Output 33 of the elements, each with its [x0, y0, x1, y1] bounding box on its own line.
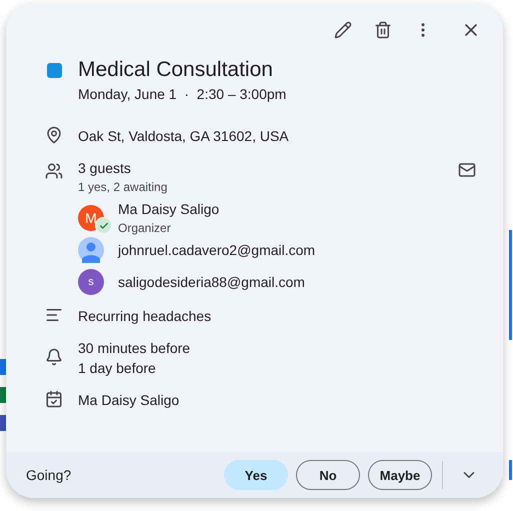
event-location: Oak St, Valdosta, GA 31602, USA [78, 127, 290, 146]
description-icon [45, 306, 63, 324]
event-color-square [46, 63, 62, 78]
guest-name: johnruel.cadavero2@gmail.com [118, 241, 316, 260]
guest-response-summary: 1 yes, 2 awaiting [78, 179, 168, 196]
calendar-icon [45, 390, 63, 408]
location-pin-icon [45, 126, 63, 144]
people-icon [45, 162, 63, 180]
guest-name: saligodesideria88@gmail.com [118, 273, 305, 292]
reminder-text: 30 minutes before [78, 339, 192, 358]
rsvp-prompt: Going? [26, 467, 72, 483]
edit-icon[interactable] [334, 21, 352, 39]
bell-icon [45, 348, 63, 366]
event-title: Medical Consultation [78, 57, 274, 83]
rsvp-button[interactable]: Yes [224, 460, 288, 490]
guest-avatar [78, 237, 104, 263]
calendar-event-bar[interactable] [509, 460, 513, 480]
task-marker [0, 387, 6, 403]
rsvp-button[interactable]: No [296, 460, 360, 490]
task-marker [0, 359, 6, 375]
calendar-owner: Ma Daisy Saligo [78, 391, 180, 410]
task-marker [0, 415, 6, 431]
event-description: Recurring headaches [78, 307, 212, 326]
calendar-event-bar[interactable] [509, 230, 513, 340]
delete-icon[interactable] [374, 21, 392, 39]
email-icon[interactable] [458, 161, 476, 179]
reminder-text: 1 day before [78, 359, 157, 378]
guest-role: Organizer [118, 220, 172, 237]
guest-count: 3 guests [78, 159, 132, 178]
event-date-time: Monday, June 1 · 2:30 – 3:00pm [78, 85, 288, 104]
guest-avatar: s [78, 269, 104, 295]
rsvp-button[interactable]: Maybe [368, 460, 432, 490]
guest-name: Ma Daisy Saligo [118, 200, 220, 219]
